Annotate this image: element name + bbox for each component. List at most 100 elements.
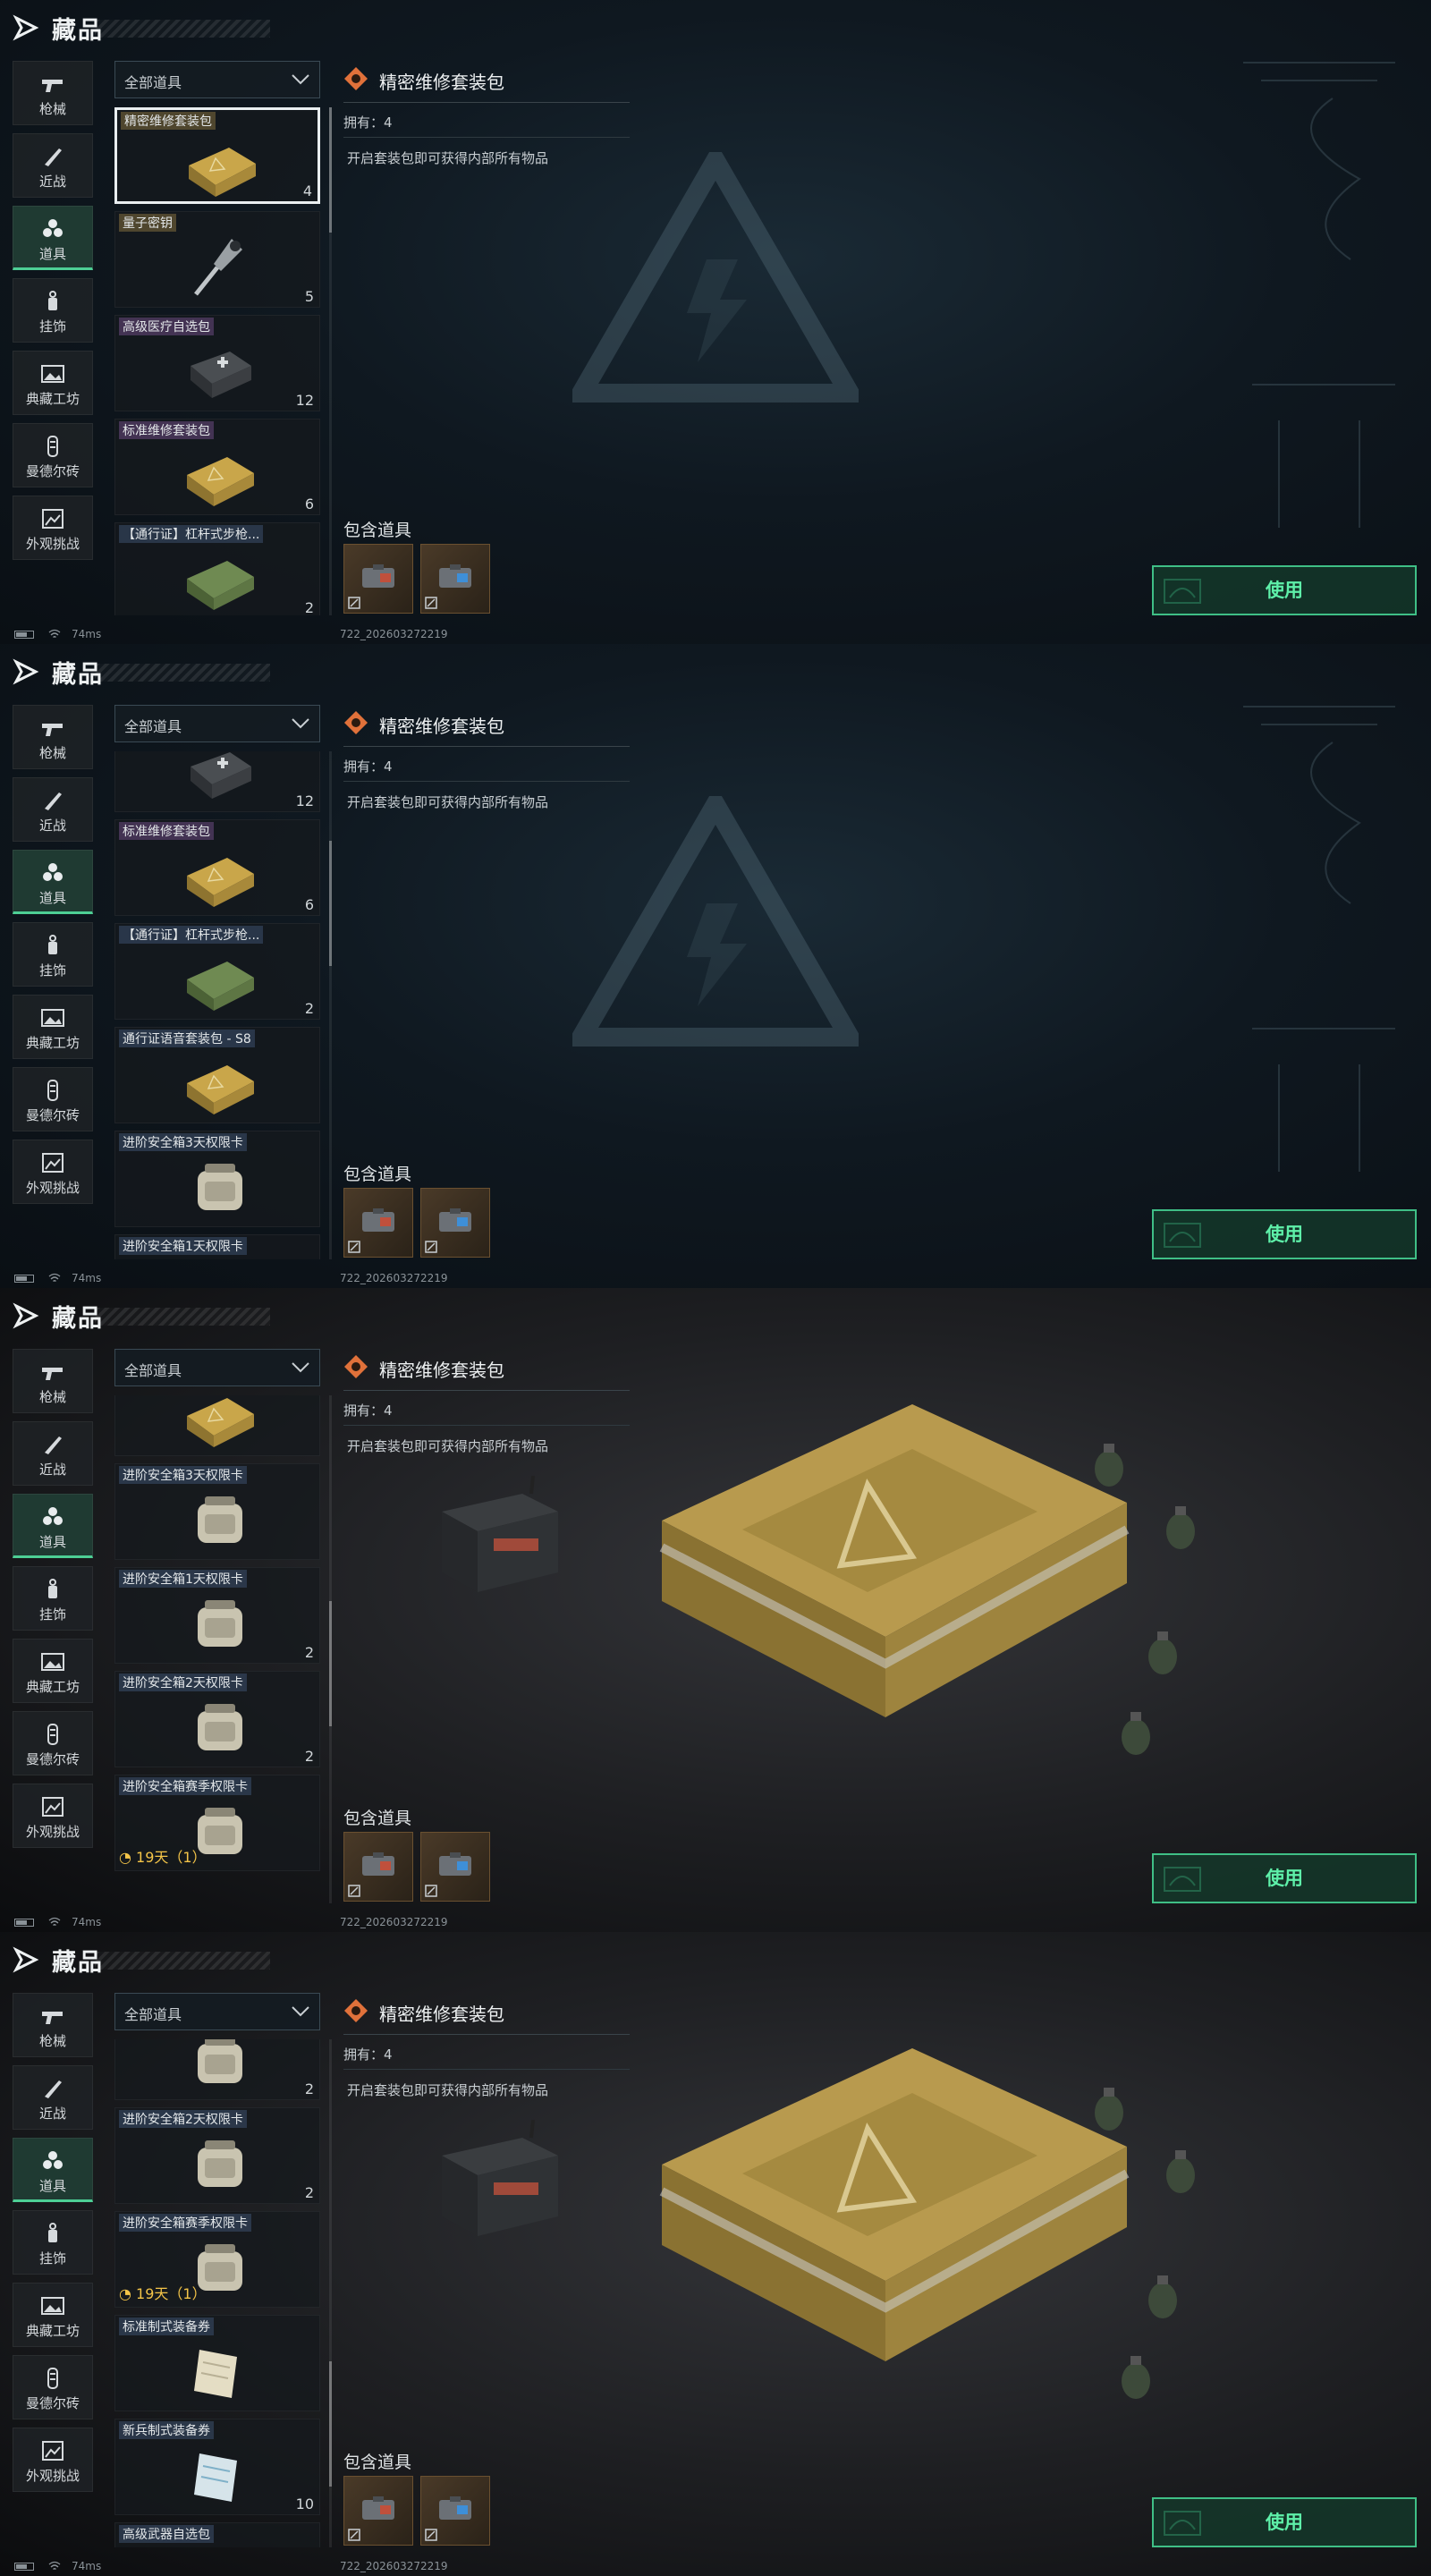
item-card[interactable]: 进阶安全箱1天权限卡 2	[114, 1567, 320, 1664]
item-card[interactable]: 进阶安全箱3天权限卡	[114, 1131, 320, 1227]
item-card[interactable]: 高级医疗自选包 12	[114, 315, 320, 411]
nav-item-knife[interactable]: 近战	[13, 2065, 93, 2130]
item-card[interactable]: 进阶安全箱1天权限卡	[114, 1234, 320, 1259]
item-filter-dropdown[interactable]: 全部道具	[114, 705, 320, 742]
nav-item-knife[interactable]: 近战	[13, 777, 93, 842]
item-card[interactable]: 进阶安全箱3天权限卡	[114, 1463, 320, 1560]
nav-item-gallery[interactable]: 典藏工坊	[13, 2283, 93, 2347]
nav-item-items[interactable]: 道具	[13, 206, 93, 270]
item-card[interactable]: 标准维修套装包 6	[114, 819, 320, 916]
nav-item-charm[interactable]: 挂饰	[13, 278, 93, 343]
item-card[interactable]: 标准维修套装包 6	[114, 419, 320, 515]
item-card[interactable]	[114, 1395, 320, 1456]
item-card[interactable]: 进阶安全箱赛季权限卡 ◔ 19天（1）	[114, 1775, 320, 1871]
nav-item-gun[interactable]: 枪械	[13, 705, 93, 769]
item-name: 进阶安全箱1天权限卡	[119, 1570, 247, 1588]
nav-item-gun[interactable]: 枪械	[13, 1349, 93, 1413]
item-name: 【通行证】杠杆式步枪...	[119, 525, 264, 543]
nav-item-label: 近战	[38, 174, 66, 190]
battery-icon	[14, 1919, 34, 1927]
nav-item-challenge[interactable]: 外观挑战	[13, 2428, 93, 2492]
included-item-slot[interactable]	[343, 2476, 413, 2546]
scrollbar-thumb[interactable]	[329, 2361, 332, 2487]
nav-item-charm[interactable]: 挂饰	[13, 1566, 93, 1631]
case-thumbnail	[198, 2140, 242, 2187]
nav-item-brick[interactable]: 曼德尔砖	[13, 1067, 93, 1131]
nav-item-gallery[interactable]: 典藏工坊	[13, 351, 93, 415]
nav-item-brick[interactable]: 曼德尔砖	[13, 2355, 93, 2419]
item-card[interactable]: 新兵制式装备券 10	[114, 2419, 320, 2515]
item-card[interactable]: 2	[114, 2039, 320, 2100]
item-card[interactable]: 精密维修套装包 4	[114, 107, 320, 204]
nav-item-charm[interactable]: 挂饰	[13, 922, 93, 987]
item-list[interactable]: 进阶安全箱3天权限卡 进阶安全箱1天权限卡 2 进阶安全箱2天权限卡 2 进阶安全箱赛季权…	[114, 1395, 322, 1903]
included-item-slot[interactable]	[343, 1832, 413, 1902]
back-arrow-icon[interactable]	[13, 1302, 39, 1329]
nav-item-challenge[interactable]: 外观挑战	[13, 1784, 93, 1848]
nav-item-items[interactable]: 道具	[13, 2138, 93, 2202]
nav-item-charm[interactable]: 挂饰	[13, 2210, 93, 2275]
nav-item-gallery[interactable]: 典藏工坊	[13, 995, 93, 1059]
item-list[interactable]: 精密维修套装包 4 量子密钥 5 高级医疗自选包 12 标准维修套装包 6 【通行证】杠杆式步枪…	[114, 107, 322, 615]
nav-item-gun[interactable]: 枪械	[13, 61, 93, 125]
item-list[interactable]: 2 进阶安全箱2天权限卡 2 进阶安全箱赛季权限卡 ◔ 19天（1） 标准制式装备券 新兵制…	[114, 2039, 322, 2547]
item-card[interactable]: 进阶安全箱2天权限卡 2	[114, 1671, 320, 1767]
crate-thumbnail	[187, 858, 254, 907]
back-arrow-icon[interactable]	[13, 1946, 39, 1973]
item-list-scrollbar[interactable]	[329, 1395, 332, 1903]
included-item-slot[interactable]	[343, 544, 413, 614]
included-item-slot[interactable]	[343, 1188, 413, 1258]
brick-icon	[47, 1724, 58, 1745]
item-filter-dropdown[interactable]: 全部道具	[114, 1349, 320, 1386]
challenge-icon	[42, 1153, 64, 1173]
item-list-scrollbar[interactable]	[329, 2039, 332, 2547]
scrollbar-thumb[interactable]	[329, 107, 332, 233]
nav-item-brick[interactable]: 曼德尔砖	[13, 423, 93, 487]
nav-item-challenge[interactable]: 外观挑战	[13, 1140, 93, 1204]
item-card[interactable]: 进阶安全箱赛季权限卡 ◔ 19天（1）	[114, 2211, 320, 2308]
use-button[interactable]: 使用	[1152, 1209, 1417, 1259]
scrollbar-thumb[interactable]	[329, 841, 332, 966]
nav-item-knife[interactable]: 近战	[13, 133, 93, 198]
use-button[interactable]: 使用	[1152, 2497, 1417, 2547]
included-item-slot[interactable]	[420, 544, 490, 614]
item-filter-dropdown[interactable]: 全部道具	[114, 1993, 320, 2030]
item-card[interactable]: 12	[114, 751, 320, 812]
included-item-slot[interactable]	[420, 2476, 490, 2546]
header-bar: 藏品	[0, 0, 1431, 57]
back-arrow-icon[interactable]	[13, 14, 39, 41]
item-card[interactable]: 高级武器自选包	[114, 2522, 320, 2547]
item-card[interactable]: 通行证语音套装包 - S8	[114, 1027, 320, 1123]
supply-crate-illustration	[659, 2048, 1130, 2361]
radio-device-illustration	[442, 2120, 558, 2236]
nav-item-gallery[interactable]: 典藏工坊	[13, 1639, 93, 1703]
item-card[interactable]: 进阶安全箱2天权限卡 2	[114, 2107, 320, 2204]
item-filter-dropdown[interactable]: 全部道具	[114, 61, 320, 98]
chevron-down-icon	[292, 2006, 309, 2017]
nav-item-items[interactable]: 道具	[13, 850, 93, 914]
use-button[interactable]: 使用	[1152, 565, 1417, 615]
detail-title: 精密维修套装包	[379, 2004, 504, 2025]
nav-item-brick[interactable]: 曼德尔砖	[13, 1711, 93, 1775]
nav-item-items[interactable]: 道具	[13, 1494, 93, 1558]
item-list[interactable]: 12 标准维修套装包 6 【通行证】杠杆式步枪... 2 通行证语音套装包 - S8 进阶安…	[114, 751, 322, 1259]
collection-screen: 藏品 枪械 近战 道具 挂饰 典藏工坊 曼德尔砖 外观挑战 全部道具 12 标准维修套装包 6 【…	[0, 644, 1431, 1288]
brick-icon	[47, 2368, 58, 2389]
included-item-slot[interactable]	[420, 1188, 490, 1258]
item-card[interactable]: 【通行证】杠杆式步枪... 2	[114, 522, 320, 615]
back-arrow-icon[interactable]	[13, 658, 39, 685]
items-icon	[43, 219, 63, 237]
item-card[interactable]: 【通行证】杠杆式步枪... 2	[114, 923, 320, 1020]
included-item-slot[interactable]	[420, 1832, 490, 1902]
locked-icon	[348, 597, 360, 609]
item-card[interactable]: 标准制式装备券	[114, 2315, 320, 2411]
item-card[interactable]: 量子密钥 5	[114, 211, 320, 308]
scrollbar-thumb[interactable]	[329, 1601, 332, 1726]
item-list-scrollbar[interactable]	[329, 107, 332, 615]
item-list-scrollbar[interactable]	[329, 751, 332, 1259]
item-name: 进阶安全箱3天权限卡	[119, 1133, 247, 1151]
use-button[interactable]: 使用	[1152, 1853, 1417, 1903]
nav-item-knife[interactable]: 近战	[13, 1421, 93, 1486]
nav-item-gun[interactable]: 枪械	[13, 1993, 93, 2057]
nav-item-challenge[interactable]: 外观挑战	[13, 496, 93, 560]
